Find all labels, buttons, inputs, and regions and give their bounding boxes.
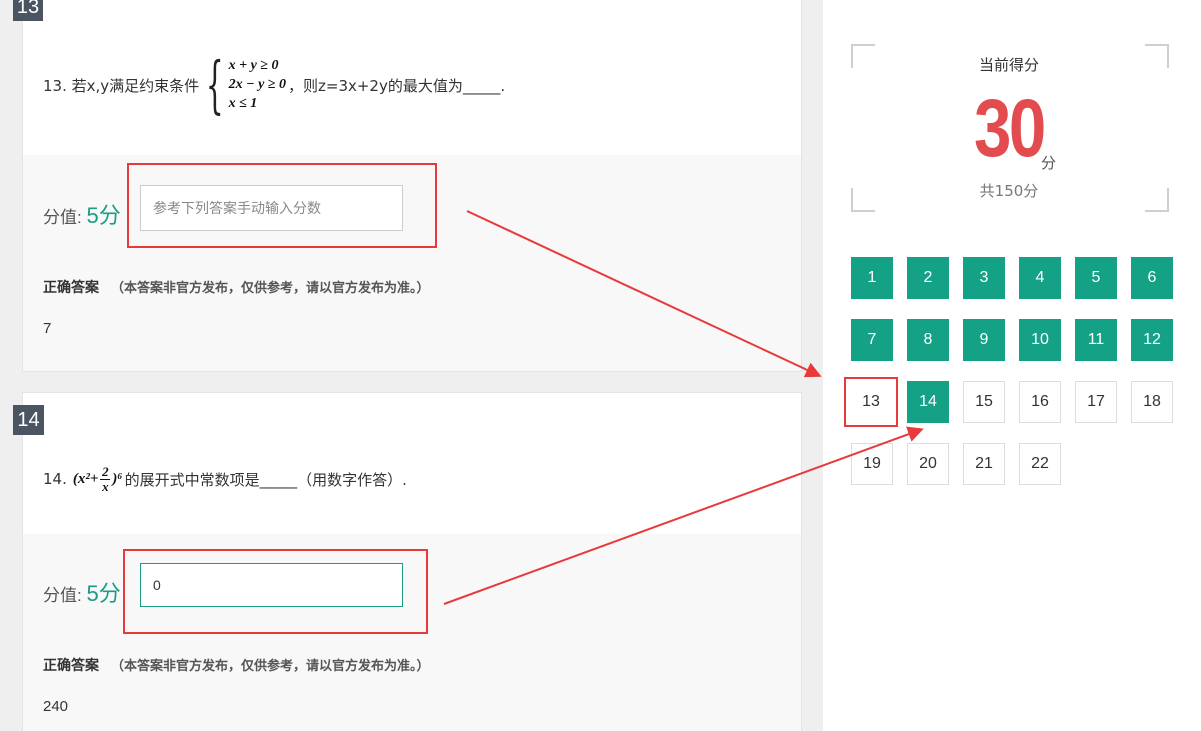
question-text-14: 14. (x²+ 2 x )⁶ 的展开式中常数项是_____（用数字作答）. (43, 455, 407, 503)
correct-answer-14: 240 (43, 698, 69, 715)
brace-icon: { (206, 48, 224, 121)
answer-heading-14: 正确答案 （本答案非官方发布，仅供参考，请以官方发布为准。） (43, 658, 430, 674)
question-nav-button-9[interactable]: 9 (963, 319, 1005, 361)
question-nav-button-1[interactable]: 1 (851, 257, 893, 299)
question-nav-button-8[interactable]: 8 (907, 319, 949, 361)
question-nav-button-16[interactable]: 16 (1019, 381, 1061, 423)
score-value: 5 (86, 203, 99, 228)
question-nav-button-21[interactable]: 21 (963, 443, 1005, 485)
question-nav-button-22[interactable]: 22 (1019, 443, 1061, 485)
question-nav-button-7[interactable]: 7 (851, 319, 893, 361)
question-badge: 14 (13, 405, 44, 435)
current-score: 30 (974, 83, 1046, 174)
question-suffix: 的展开式中常数项是_____（用数字作答）. (124, 470, 407, 489)
question-nav-button-6[interactable]: 6 (1131, 257, 1173, 299)
question-nav-button-5[interactable]: 5 (1075, 257, 1117, 299)
question-nav-button-15[interactable]: 15 (963, 381, 1005, 423)
score-label-13: 分值: 5分 (43, 203, 121, 228)
question-text-13: 13. 若x,y满足约束条件 { x + y ≥ 0 2x − y ≥ 0 x … (43, 50, 505, 120)
annotation-box-13 (127, 163, 437, 248)
score-value: 5 (86, 581, 99, 606)
question-suffix: ，则z=3x+2y的最大值为_____. (288, 76, 506, 95)
constraint-line: x ≤ 1 (228, 96, 258, 111)
total-score: 共150分 (979, 182, 1039, 200)
question-nav-button-20[interactable]: 20 (907, 443, 949, 485)
question-nav-button-11[interactable]: 11 (1075, 319, 1117, 361)
question-prefix: 14. (43, 470, 67, 488)
annotation-box-14 (123, 549, 428, 634)
score-label-14: 分值: 5分 (43, 581, 121, 606)
answer-disclaimer: （本答案非官方发布，仅供参考，请以官方发布为准。） (111, 281, 430, 296)
question-nav-button-3[interactable]: 3 (963, 257, 1005, 299)
question-nav-button-4[interactable]: 4 (1019, 257, 1061, 299)
question-nav-button-13[interactable]: 13 (844, 377, 898, 427)
answer-disclaimer: （本答案非官方发布，仅供参考，请以官方发布为准。） (111, 659, 430, 674)
question-panel: 13 13. 若x,y满足约束条件 { x + y ≥ 0 2x − y ≥ 0… (0, 0, 823, 731)
constraint-line: 2x − y ≥ 0 (228, 77, 286, 92)
constraint-line: x + y ≥ 0 (228, 58, 279, 73)
question-nav-button-17[interactable]: 17 (1075, 381, 1117, 423)
score-sidebar: 当前得分 30 分 共150分 1 2 3 4 5 6 7 8 9 10 11 12 13 14 15 16 1… (823, 0, 1201, 731)
current-score-unit: 分 (1041, 154, 1057, 172)
answer-heading-13: 正确答案 （本答案非官方发布，仅供参考，请以官方发布为准。） (43, 280, 430, 296)
question-badge: 13 (13, 0, 43, 21)
question-nav-button-10[interactable]: 10 (1019, 319, 1061, 361)
binomial-expression: (x²+ 2 x )⁶ (72, 463, 123, 494)
question-nav-button-18[interactable]: 18 (1131, 381, 1173, 423)
question-nav-button-2[interactable]: 2 (907, 257, 949, 299)
question-nav-button-14[interactable]: 14 (907, 381, 949, 423)
constraint-system: { x + y ≥ 0 2x − y ≥ 0 x ≤ 1 (201, 54, 286, 116)
correct-answer-13: 7 (43, 320, 52, 337)
question-nav-button-12[interactable]: 12 (1131, 319, 1173, 361)
current-score-label: 当前得分 (978, 56, 1039, 74)
question-nav-button-19[interactable]: 19 (851, 443, 893, 485)
question-prefix: 13. 若x,y满足约束条件 (43, 76, 200, 95)
